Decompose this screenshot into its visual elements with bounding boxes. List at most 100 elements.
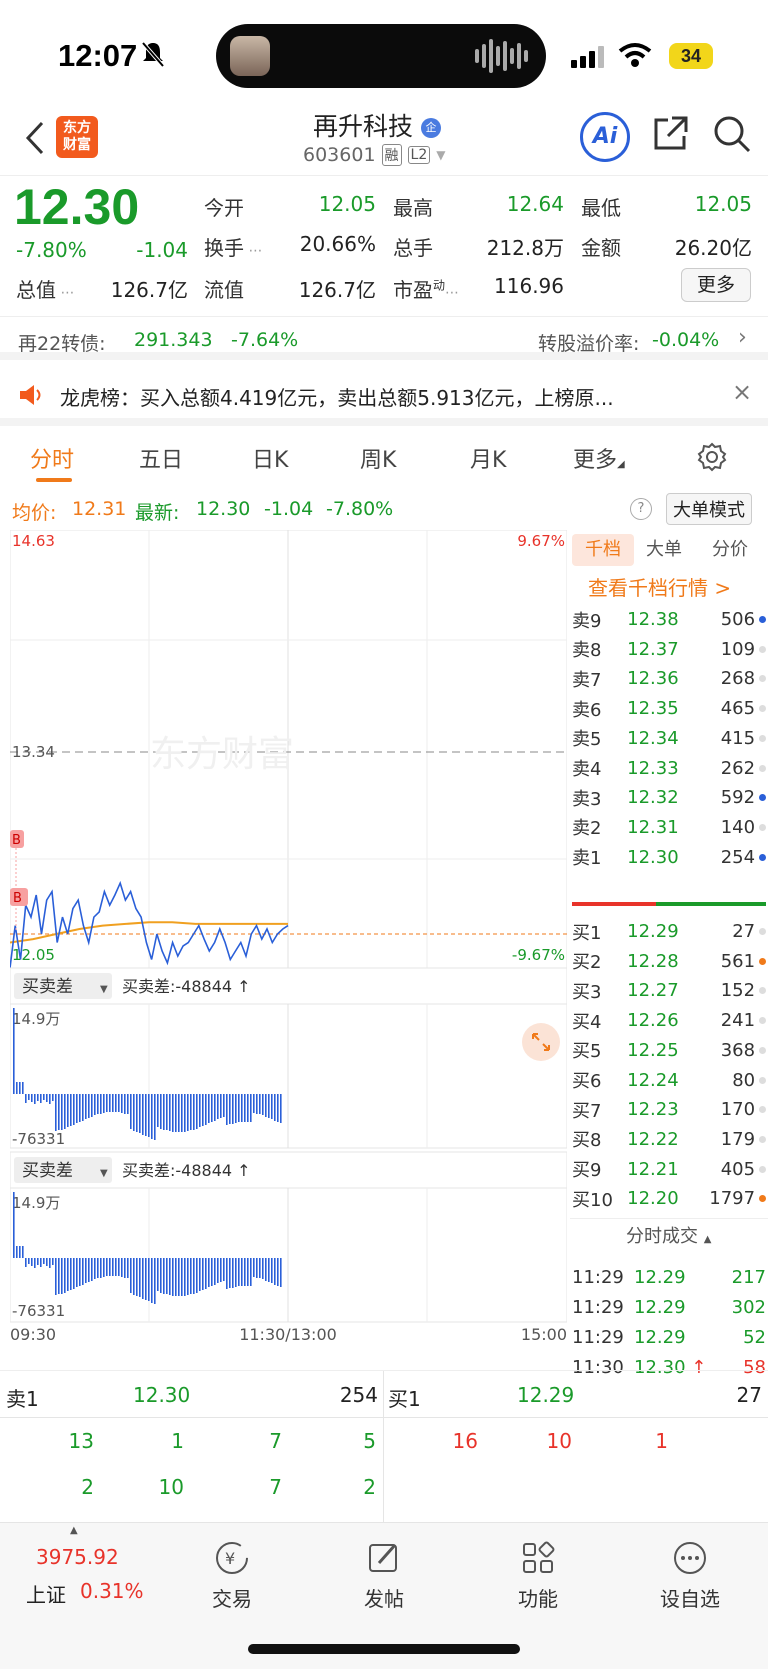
spread-bar xyxy=(265,1094,267,1117)
spread-bar xyxy=(163,1258,165,1294)
more-button[interactable]: 更多 xyxy=(681,268,751,302)
low-pct: -9.67% xyxy=(512,946,565,964)
back-arrow-icon[interactable] xyxy=(24,120,46,156)
tab-weekly-k[interactable]: 周K xyxy=(360,442,396,474)
spread-bar xyxy=(37,1258,39,1265)
bid1-price: 12.29 xyxy=(517,1383,575,1407)
ai-button[interactable]: Ai xyxy=(580,112,630,162)
index-name: 上证 xyxy=(26,1583,66,1607)
ask-row[interactable]: 卖1 12.30 254 xyxy=(572,842,766,873)
sub1-selector[interactable]: 买卖差 xyxy=(22,977,73,997)
help-icon[interactable]: ? xyxy=(630,498,652,520)
order-book: 千档 大单 分价 查看千档行情 > 卖9 12.38 506 卖8 12.37 109 卖7… xyxy=(570,530,768,1378)
tab-five-day[interactable]: 五日 xyxy=(139,442,183,474)
bond-name: 再22转债: xyxy=(18,333,106,355)
spread-bar xyxy=(55,1258,57,1295)
depth-link[interactable]: 查看千档行情 > xyxy=(588,572,731,601)
chart-tabs: 分时 五日 日K 周K 月K 更多◢ xyxy=(0,434,768,488)
bid-row[interactable]: 买1 12.29 27 xyxy=(572,916,766,947)
bid-row[interactable]: 买4 12.26 241 xyxy=(572,1005,766,1036)
convertible-bond-bar[interactable]: 再22转债: 291.343 -7.64% 转股溢价率: -0.04% › xyxy=(0,316,768,360)
bid-volume: 152 xyxy=(720,980,756,1002)
tab-more[interactable]: 更多◢ xyxy=(573,442,625,474)
close-icon[interactable]: × xyxy=(732,378,752,406)
dragon-tiger-notice[interactable]: 龙虎榜：买入总额4.419亿元，卖出总额5.913亿元，上榜原... × xyxy=(0,368,768,426)
top-price: 14.63 xyxy=(12,532,55,550)
share-icon[interactable] xyxy=(652,114,690,152)
ratio-bar-sell xyxy=(572,902,656,906)
enterprise-badge: 企 xyxy=(420,118,441,138)
ask-row[interactable]: 卖4 12.33 262 xyxy=(572,753,766,784)
spread-bar xyxy=(16,1246,18,1258)
bid-row[interactable]: 买3 12.27 152 xyxy=(572,975,766,1006)
search-icon[interactable] xyxy=(712,114,752,154)
tab-post[interactable]: 发帖 xyxy=(334,1539,434,1612)
ask-price: 12.33 xyxy=(627,757,679,779)
spread-bar xyxy=(232,1258,234,1288)
tab-trade[interactable]: ¥ 交易 xyxy=(182,1539,282,1612)
bid-row[interactable]: 买6 12.24 80 xyxy=(572,1065,766,1096)
intraday-chart[interactable]: 东方财富 B B 14.63 9.67% 13.34 12.05 -9.67% … xyxy=(9,529,568,1346)
spread-bar xyxy=(112,1258,114,1276)
spread-bar xyxy=(43,1094,45,1100)
ask-row[interactable]: 卖7 12.36 268 xyxy=(572,663,766,694)
spread-bar xyxy=(109,1258,111,1276)
big-order-mode-button[interactable]: 大单模式 xyxy=(666,493,752,525)
bid-row[interactable]: 买5 12.25 368 xyxy=(572,1035,766,1066)
premium-label: 转股溢价率: xyxy=(538,333,640,355)
margin-tag: 融 xyxy=(381,144,402,166)
ask-volume: 109 xyxy=(720,638,756,660)
ask-row[interactable]: 卖9 12.38 506 xyxy=(572,604,766,635)
tab-daily-k[interactable]: 日K xyxy=(252,442,288,474)
spread-bar xyxy=(88,1094,90,1118)
spread-bar xyxy=(172,1094,174,1132)
bid-dot xyxy=(759,1076,766,1084)
ask-dot xyxy=(759,794,766,802)
bid-queue-item: 16 xyxy=(452,1429,478,1453)
spread-bar xyxy=(229,1094,231,1124)
trades-label[interactable]: 分时成交 ▲ xyxy=(626,1222,711,1248)
pe-label[interactable]: 市盈动⋯ xyxy=(393,274,459,303)
turnover-label[interactable]: 换手 ⋯ xyxy=(204,232,262,261)
spread-bar xyxy=(28,1094,30,1100)
tab-functions[interactable]: 功能 xyxy=(488,1539,588,1612)
spread-bar xyxy=(274,1258,276,1285)
bid-dot xyxy=(759,957,766,965)
bid-row[interactable]: 买9 12.21 405 xyxy=(572,1154,766,1185)
spread-bar xyxy=(220,1258,222,1282)
time-start: 09:30 xyxy=(10,1325,56,1344)
ask-row[interactable]: 卖5 12.34 415 xyxy=(572,723,766,754)
bid-price: 12.22 xyxy=(627,1128,679,1150)
bid-price: 12.23 xyxy=(627,1099,679,1121)
index-ticker[interactable]: ▲ 3975.92 上证 0.31% xyxy=(0,1523,160,1623)
tab-monthly-k[interactable]: 月K xyxy=(470,442,506,474)
open-value: 12.05 xyxy=(318,192,376,216)
spread-bar xyxy=(166,1258,168,1294)
spread-bar xyxy=(25,1094,27,1103)
tab-depth[interactable]: 千档 xyxy=(572,534,634,566)
tab-price-dist[interactable]: 分价 xyxy=(712,534,748,566)
bid-row[interactable]: 买7 12.23 170 xyxy=(572,1094,766,1125)
spread-bar xyxy=(34,1258,36,1268)
spread-bar xyxy=(97,1094,99,1114)
info-icon: ⋯ xyxy=(244,243,263,259)
bond-price: 291.343 xyxy=(134,329,213,351)
tab-intraday[interactable]: 分时 xyxy=(30,442,74,474)
ask-row[interactable]: 卖8 12.37 109 xyxy=(572,634,766,665)
spread-bar xyxy=(106,1258,108,1276)
ask-row[interactable]: 卖3 12.32 592 xyxy=(572,782,766,813)
stock-name[interactable]: 再升科技 企 xyxy=(313,107,441,143)
bid-row[interactable]: 买8 12.22 179 xyxy=(572,1124,766,1155)
stock-code[interactable]: 603601 融 L2 ▼ xyxy=(303,144,445,166)
tab-big-orders[interactable]: 大单 xyxy=(646,534,682,566)
tab-add-watchlist[interactable]: 设自选 xyxy=(640,1539,740,1612)
market-cap-label[interactable]: 总值 ⋯ xyxy=(16,274,74,303)
ask-row[interactable]: 卖2 12.31 140 xyxy=(572,812,766,843)
spread-bar xyxy=(190,1258,192,1294)
bid-row[interactable]: 买10 12.20 1797 xyxy=(572,1183,766,1214)
bid-row[interactable]: 买2 12.28 561 xyxy=(572,946,766,977)
avatar xyxy=(230,36,270,76)
sub2-selector[interactable]: 买卖差 xyxy=(22,1161,73,1181)
gear-icon[interactable] xyxy=(697,442,727,472)
ask-row[interactable]: 卖6 12.35 465 xyxy=(572,693,766,724)
